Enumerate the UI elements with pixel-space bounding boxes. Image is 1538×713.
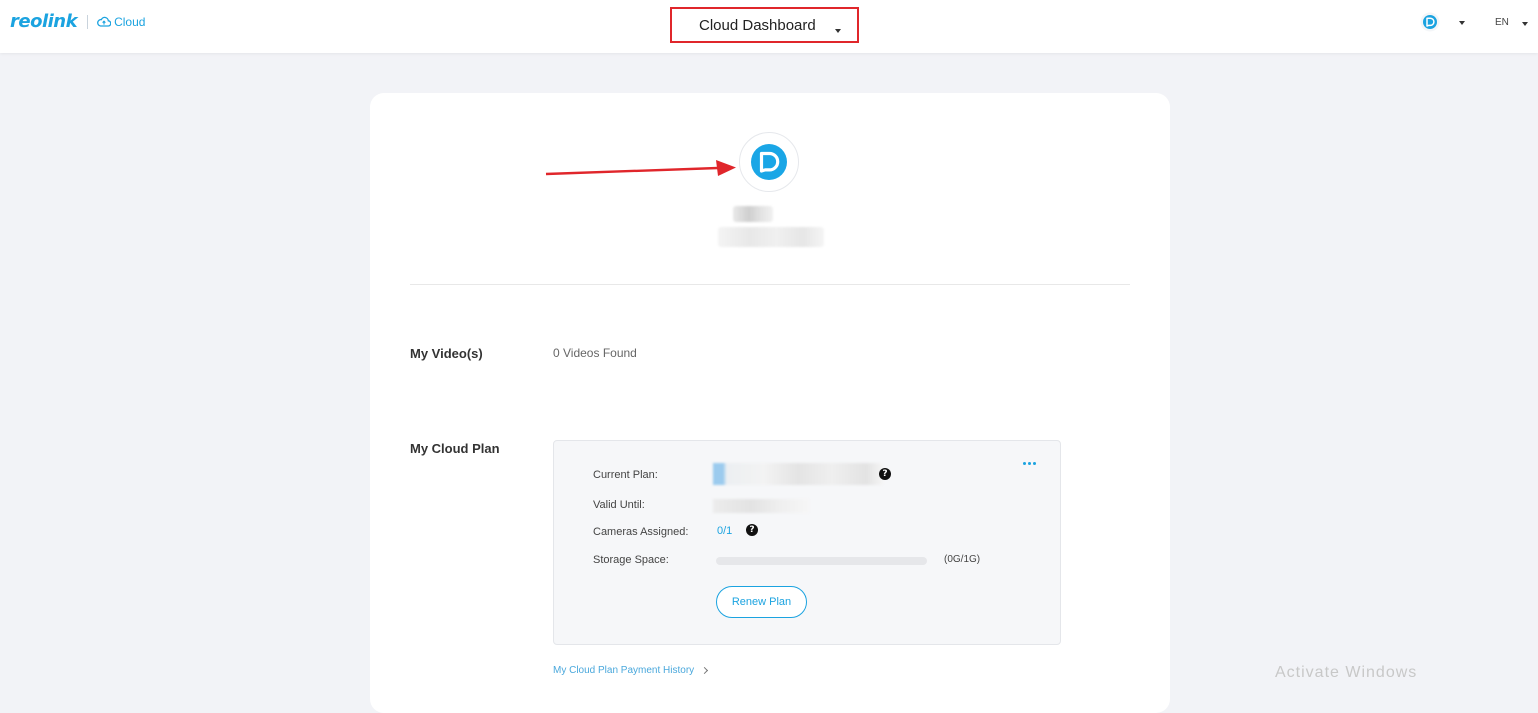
more-icon[interactable] <box>1023 462 1036 465</box>
profile-avatar[interactable] <box>739 132 799 192</box>
cameras-help-icon[interactable]: ? <box>746 524 758 536</box>
blurred-username <box>733 206 773 222</box>
current-plan-label: Current Plan: <box>593 469 658 481</box>
section-divider <box>410 284 1130 285</box>
storage-space-value: (0G/1G) <box>944 554 981 565</box>
cloud-product-mark: Cloud <box>97 15 145 29</box>
plan-help-icon[interactable]: ? <box>879 468 891 480</box>
blurred-email <box>718 227 824 247</box>
cameras-assigned-value[interactable]: 0/1 <box>717 525 732 537</box>
payment-history-link[interactable]: My Cloud Plan Payment History <box>553 665 709 676</box>
valid-until-label: Valid Until: <box>593 499 645 511</box>
language-selector[interactable]: EN <box>1495 17 1509 28</box>
cloud-plan-section-title: My Cloud Plan <box>410 441 500 456</box>
account-card: My Video(s) 0 Videos Found My Cloud Plan… <box>370 93 1170 713</box>
chevron-right-icon <box>701 666 709 675</box>
cloud-icon <box>97 16 112 27</box>
blurred-plan-name <box>713 463 883 485</box>
blurred-valid-date <box>713 499 809 513</box>
reolink-r-icon <box>751 144 787 180</box>
user-menu-button[interactable] <box>1420 12 1470 34</box>
reolink-logo[interactable]: reolink Cloud <box>10 11 145 32</box>
storage-progress-bar <box>716 557 927 565</box>
caret-down-icon <box>1522 22 1528 26</box>
videos-count: 0 Videos Found <box>553 346 637 360</box>
top-navigation-bar: reolink Cloud Cloud Dashboard EN <box>0 0 1538 53</box>
caret-down-icon <box>835 29 841 33</box>
videos-section-title: My Video(s) <box>410 346 483 361</box>
windows-activation-watermark: Activate Windows <box>1275 664 1418 681</box>
logo-wordmark: reolink <box>10 11 78 32</box>
renew-plan-button[interactable]: Renew Plan <box>716 586 807 618</box>
dashboard-dropdown[interactable]: Cloud Dashboard <box>670 7 859 43</box>
cloud-plan-panel: Current Plan: ? Valid Until: Cameras Ass… <box>553 440 1061 645</box>
dashboard-dropdown-label: Cloud Dashboard <box>699 16 816 34</box>
cameras-assigned-label: Cameras Assigned: <box>593 526 689 538</box>
user-avatar-icon <box>1420 12 1440 32</box>
payment-history-label: My Cloud Plan Payment History <box>553 665 695 676</box>
caret-down-icon <box>1459 21 1465 25</box>
cloud-label: Cloud <box>114 14 146 29</box>
logo-divider <box>87 14 89 29</box>
storage-space-label: Storage Space: <box>593 554 669 566</box>
